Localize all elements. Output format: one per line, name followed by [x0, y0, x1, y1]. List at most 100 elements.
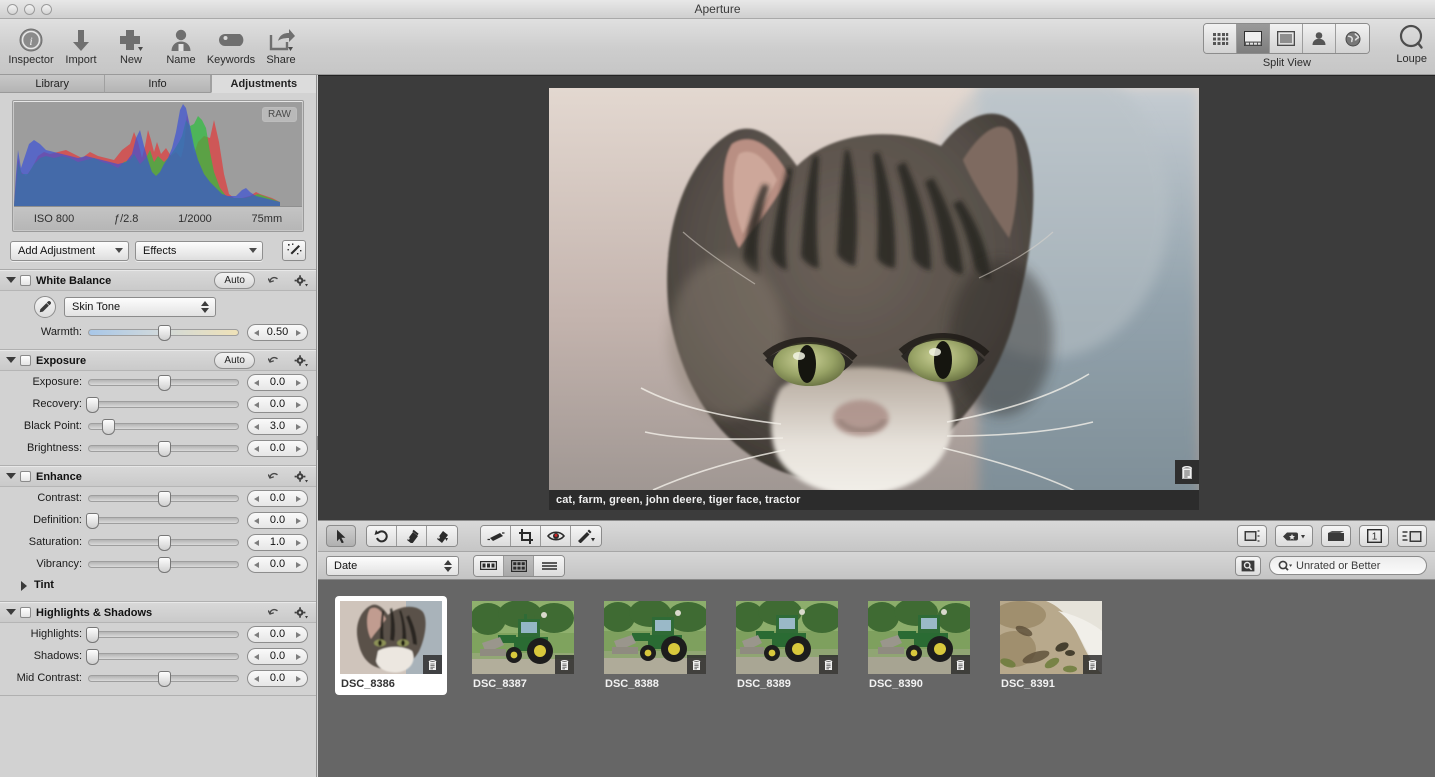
- stepper-decrement-icon[interactable]: [254, 539, 259, 546]
- stepper-decrement-icon[interactable]: [254, 445, 259, 452]
- thumbnail-image[interactable]: [340, 601, 442, 674]
- eyedropper-button[interactable]: [34, 296, 56, 318]
- thumbnail-item[interactable]: DSC_8389: [732, 597, 842, 694]
- stepper-decrement-icon[interactable]: [254, 401, 259, 408]
- search-input[interactable]: Unrated or Better: [1269, 556, 1427, 575]
- slider-knob[interactable]: [157, 490, 171, 507]
- subsection-tint[interactable]: Tint: [0, 575, 316, 595]
- tab-info[interactable]: Info: [105, 75, 211, 93]
- split-view-button[interactable]: [1237, 24, 1271, 53]
- primary-only-button[interactable]: 1: [1359, 525, 1389, 547]
- slider-knob[interactable]: [157, 534, 171, 551]
- toolbar-item-inspector[interactable]: i Inspector: [6, 21, 56, 66]
- lift-button[interactable]: [397, 526, 427, 546]
- mid-contrast-stepper[interactable]: 0.0: [247, 669, 308, 687]
- thumbnail-image[interactable]: [868, 601, 970, 674]
- vibrancy-stepper[interactable]: 0.0: [247, 555, 308, 573]
- toolbar-item-share[interactable]: Share: [256, 21, 306, 66]
- crop-tool-button[interactable]: [511, 526, 541, 546]
- toolbar-item-keywords[interactable]: Keywords: [206, 21, 256, 66]
- slider-knob[interactable]: [85, 626, 99, 643]
- thumbnail-item[interactable]: DSC_8386: [336, 597, 446, 694]
- slider-knob[interactable]: [102, 418, 116, 435]
- warmth-slider[interactable]: [88, 324, 239, 341]
- definition-slider[interactable]: [85, 512, 239, 529]
- thumbnail-image[interactable]: [604, 601, 706, 674]
- slider-knob[interactable]: [157, 440, 171, 457]
- thumbnail-image[interactable]: [736, 601, 838, 674]
- metadata-badge[interactable]: [1175, 460, 1199, 484]
- thumbnail-item[interactable]: DSC_8388: [600, 597, 710, 694]
- brightness-stepper[interactable]: 0.0: [247, 439, 308, 457]
- search-toggle-button[interactable]: [1235, 555, 1261, 576]
- stepper-decrement-icon[interactable]: [254, 379, 259, 386]
- stepper-decrement-icon[interactable]: [254, 653, 259, 660]
- stepper-increment-icon[interactable]: [296, 379, 301, 386]
- brightness-slider[interactable]: [88, 440, 239, 457]
- stepper-decrement-icon[interactable]: [254, 631, 259, 638]
- auto-button[interactable]: Auto: [214, 272, 255, 289]
- slider-knob[interactable]: [157, 670, 171, 687]
- gear-icon[interactable]: [294, 606, 308, 619]
- metadata-overlay-button[interactable]: [1397, 525, 1427, 547]
- gear-icon[interactable]: [294, 354, 308, 367]
- stamp-button[interactable]: [427, 526, 457, 546]
- stepper-increment-icon[interactable]: [296, 445, 301, 452]
- primary-image[interactable]: cat, farm, green, john deere, tiger face…: [549, 88, 1199, 510]
- stepper-increment-icon[interactable]: [296, 329, 301, 336]
- stepper-increment-icon[interactable]: [296, 561, 301, 568]
- red-eye-tool-button[interactable]: [541, 526, 571, 546]
- slider-knob[interactable]: [157, 374, 171, 391]
- effects-popup[interactable]: Effects: [135, 240, 263, 261]
- reset-icon[interactable]: [268, 471, 281, 483]
- thumbnail-item[interactable]: DSC_8390: [864, 597, 974, 694]
- disclosure-triangle-icon[interactable]: [6, 472, 16, 481]
- new-album-button[interactable]: [1237, 525, 1267, 547]
- contrast-stepper[interactable]: 0.0: [247, 489, 308, 507]
- stepper-increment-icon[interactable]: [296, 423, 301, 430]
- saturation-slider[interactable]: [88, 534, 239, 551]
- shadows-slider[interactable]: [85, 648, 239, 665]
- stepper-increment-icon[interactable]: [296, 631, 301, 638]
- toolbar-item-new[interactable]: New: [106, 21, 156, 66]
- stepper-increment-icon[interactable]: [296, 495, 301, 502]
- retouch-tool-button[interactable]: [571, 526, 601, 546]
- sort-popup[interactable]: Date: [326, 555, 459, 576]
- block-header[interactable]: Enhance: [0, 466, 316, 487]
- slider-knob[interactable]: [85, 512, 99, 529]
- straighten-tool-button[interactable]: [481, 526, 511, 546]
- thumbnail-item[interactable]: DSC_8391: [996, 597, 1106, 694]
- stepper-decrement-icon[interactable]: [254, 495, 259, 502]
- loupe-button[interactable]: Loupe: [1396, 23, 1427, 65]
- reset-icon[interactable]: [268, 275, 281, 287]
- places-view-button[interactable]: [1336, 24, 1370, 53]
- browser-grid-view-button[interactable]: [1204, 24, 1238, 53]
- auto-button[interactable]: Auto: [214, 352, 255, 369]
- select-tool-button[interactable]: [326, 525, 356, 547]
- highlights-stepper[interactable]: 0.0: [247, 625, 308, 643]
- block-header[interactable]: White Balance Auto: [0, 270, 316, 291]
- enable-checkbox[interactable]: [20, 471, 31, 482]
- reset-icon[interactable]: [268, 607, 281, 619]
- enable-checkbox[interactable]: [20, 607, 31, 618]
- block-header[interactable]: Highlights & Shadows: [0, 602, 316, 623]
- highlights-slider[interactable]: [85, 626, 239, 643]
- stepper-increment-icon[interactable]: [296, 675, 301, 682]
- gear-icon[interactable]: [294, 274, 308, 287]
- stepper-decrement-icon[interactable]: [254, 423, 259, 430]
- grid-layout-button[interactable]: [504, 555, 534, 576]
- stepper-increment-icon[interactable]: [296, 401, 301, 408]
- tab-library[interactable]: Library: [0, 75, 106, 93]
- disclosure-triangle-icon[interactable]: [6, 356, 16, 365]
- auto-enhance-button[interactable]: [282, 240, 306, 261]
- exposure-slider[interactable]: [88, 374, 239, 391]
- slider-knob[interactable]: [157, 556, 171, 573]
- toolbar-item-import[interactable]: Import: [56, 21, 106, 66]
- block-header[interactable]: Exposure Auto: [0, 350, 316, 371]
- shadows-stepper[interactable]: 0.0: [247, 647, 308, 665]
- list-layout-button[interactable]: [534, 555, 564, 576]
- contrast-slider[interactable]: [88, 490, 239, 507]
- add-adjustment-popup[interactable]: Add Adjustment: [10, 240, 129, 261]
- stepper-decrement-icon[interactable]: [254, 561, 259, 568]
- stepper-decrement-icon[interactable]: [254, 329, 259, 336]
